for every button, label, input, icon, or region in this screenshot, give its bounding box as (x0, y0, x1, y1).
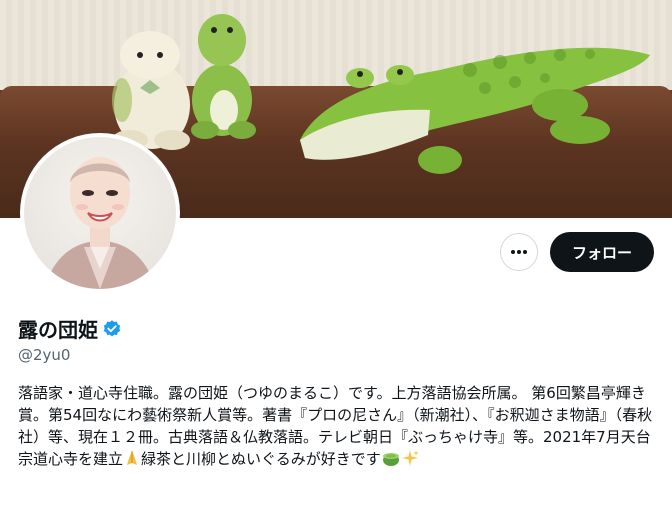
profile-bio: 落語家・道心寺住職。露の団姫（つゆのまるこ）です。上方落語協会所属。 第6回繁昌… (18, 382, 660, 470)
more-options-button[interactable] (500, 233, 538, 271)
green-tea-emoji (382, 453, 399, 466)
profile-avatar[interactable] (20, 133, 180, 293)
follow-button[interactable]: フォロー (550, 232, 654, 272)
sparkles-emoji (401, 450, 419, 466)
avatar-photo (24, 137, 176, 289)
more-horizontal-icon (511, 250, 527, 254)
name-row: 露の団姫 (18, 314, 122, 343)
folded-hands-emoji (127, 451, 138, 465)
display-name: 露の団姫 (18, 318, 98, 342)
user-handle: @2yu0 (18, 346, 71, 364)
verified-badge-icon[interactable] (102, 319, 122, 339)
bio-tail-text: 緑茶と川柳とぬいぐるみが好きです (141, 450, 381, 468)
